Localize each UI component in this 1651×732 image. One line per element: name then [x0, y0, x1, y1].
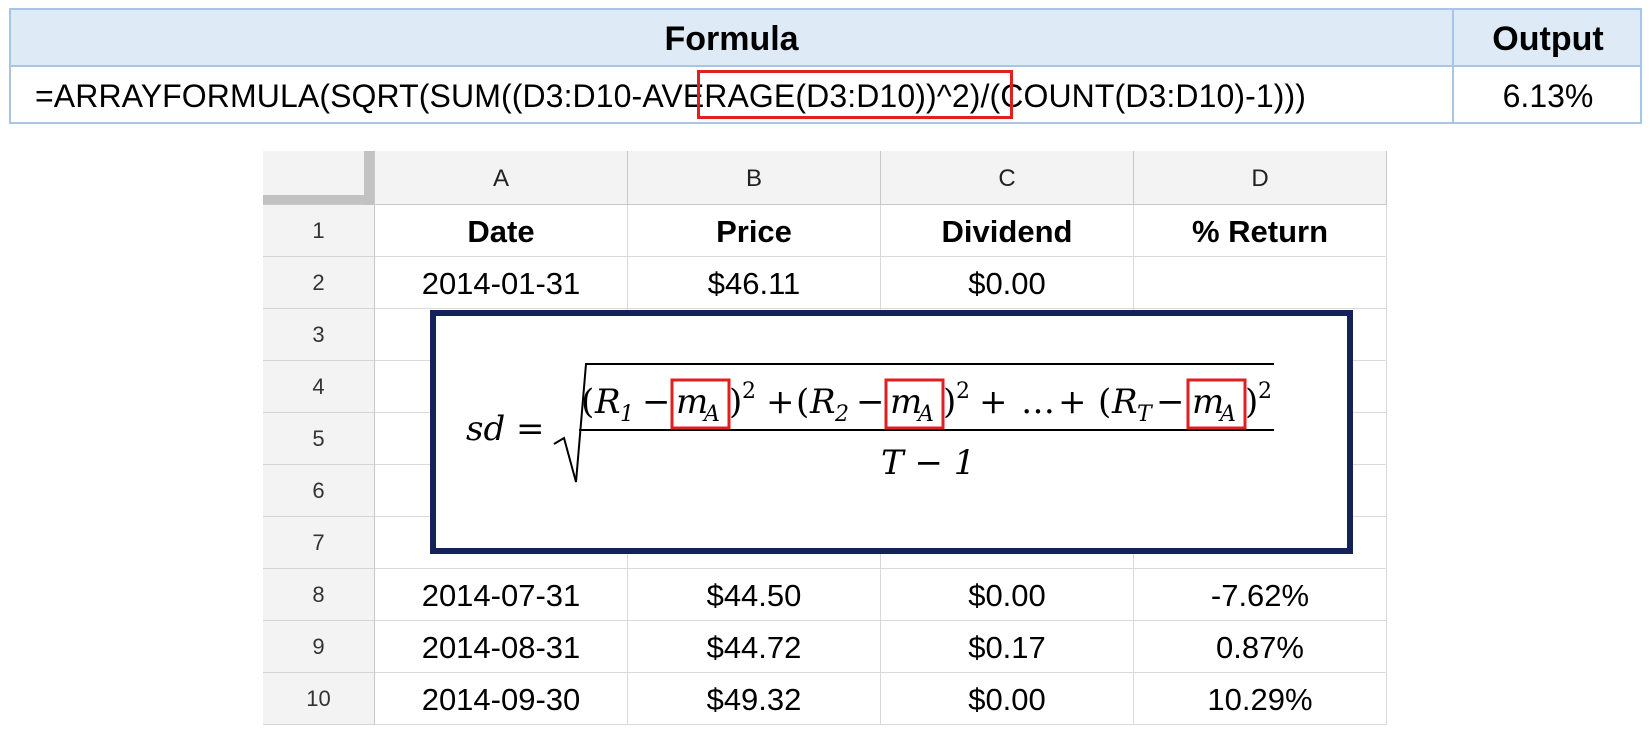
plus-1: +	[766, 382, 795, 422]
row-header-2[interactable]: 2	[263, 257, 375, 309]
cell-d1[interactable]: % Return	[1134, 205, 1387, 257]
equation-equals: =	[516, 409, 545, 449]
term1-r: R	[594, 382, 621, 422]
cell-d9[interactable]: 0.87%	[1134, 621, 1387, 673]
select-all-corner[interactable]	[263, 151, 375, 205]
equation-lhs: sd	[466, 409, 505, 449]
paren-close-2: )	[943, 382, 956, 422]
formula-header: Formula	[664, 20, 799, 58]
cell-a2[interactable]: 2014-01-31	[375, 257, 628, 309]
term2-r: R	[809, 382, 836, 422]
cell-a9[interactable]: 2014-08-31	[375, 621, 628, 673]
term3-m-sub: A	[1218, 402, 1236, 427]
plus-3: +	[1058, 382, 1087, 422]
term2-m-sub: A	[916, 402, 934, 427]
cell-d10[interactable]: 10.29%	[1134, 673, 1387, 725]
cell-a1[interactable]: Date	[375, 205, 628, 257]
output-header: Output	[1492, 20, 1604, 58]
cell-b8[interactable]: $44.50	[628, 569, 881, 621]
row-header-3[interactable]: 3	[263, 309, 375, 361]
paren-open-3: (	[1098, 382, 1111, 422]
cell-c8[interactable]: $0.00	[881, 569, 1134, 621]
row-header-6[interactable]: 6	[263, 465, 375, 517]
row-header-10[interactable]: 10	[263, 673, 375, 725]
cell-a8[interactable]: 2014-07-31	[375, 569, 628, 621]
term2-exp: 2	[956, 379, 970, 404]
column-header-c[interactable]: C	[881, 151, 1134, 205]
cell-d2[interactable]	[1134, 257, 1387, 309]
minus-2: −	[856, 382, 885, 422]
cell-d8[interactable]: -7.62%	[1134, 569, 1387, 621]
row-header-7[interactable]: 7	[263, 517, 375, 569]
average-highlight-box	[697, 70, 1013, 119]
plus-2: +	[979, 382, 1008, 422]
paren-close-1: )	[729, 382, 742, 422]
term1-exp: 2	[742, 379, 756, 404]
column-header-b[interactable]: B	[628, 151, 881, 205]
equation-box: sd = ( R 1 − m A ) 2 + ( R 2 − m A ) 2 +…	[430, 310, 1353, 554]
row-header-1[interactable]: 1	[263, 205, 375, 257]
term1-m-sub: A	[702, 402, 720, 427]
equation-svg: sd = ( R 1 − m A ) 2 + ( R 2 − m A ) 2 +…	[466, 363, 1274, 483]
cell-b2[interactable]: $46.11	[628, 257, 881, 309]
formula-text: =ARRAYFORMULA(SQRT(SUM((D3:D10-AVERAGE(D…	[35, 78, 1307, 114]
cell-a10[interactable]: 2014-09-30	[375, 673, 628, 725]
minus-3: −	[1156, 382, 1185, 422]
minus-1: −	[642, 382, 671, 422]
term3-r: R	[1111, 382, 1138, 422]
cell-c1[interactable]: Dividend	[881, 205, 1134, 257]
row-header-4[interactable]: 4	[263, 361, 375, 413]
cell-c10[interactable]: $0.00	[881, 673, 1134, 725]
cell-c9[interactable]: $0.17	[881, 621, 1134, 673]
column-header-a[interactable]: A	[375, 151, 628, 205]
cell-b10[interactable]: $49.32	[628, 673, 881, 725]
denominator: T − 1	[881, 443, 975, 483]
paren-close-3: )	[1245, 382, 1258, 422]
row-header-8[interactable]: 8	[263, 569, 375, 621]
row-header-5[interactable]: 5	[263, 413, 375, 465]
paren-open-2: (	[796, 382, 809, 422]
ellipsis: …	[1021, 382, 1055, 422]
frozen-row-bar[interactable]	[263, 195, 374, 204]
cell-b9[interactable]: $44.72	[628, 621, 881, 673]
row-header-9[interactable]: 9	[263, 621, 375, 673]
column-header-d[interactable]: D	[1134, 151, 1387, 205]
term3-exp: 2	[1258, 379, 1272, 404]
term2-r-sub: 2	[834, 402, 849, 427]
output-value: 6.13%	[1502, 78, 1594, 114]
term1-r-sub: 1	[620, 402, 634, 427]
paren-open-1: (	[581, 382, 594, 422]
term3-r-sub: T	[1137, 402, 1154, 427]
cell-b1[interactable]: Price	[628, 205, 881, 257]
cell-c2[interactable]: $0.00	[881, 257, 1134, 309]
